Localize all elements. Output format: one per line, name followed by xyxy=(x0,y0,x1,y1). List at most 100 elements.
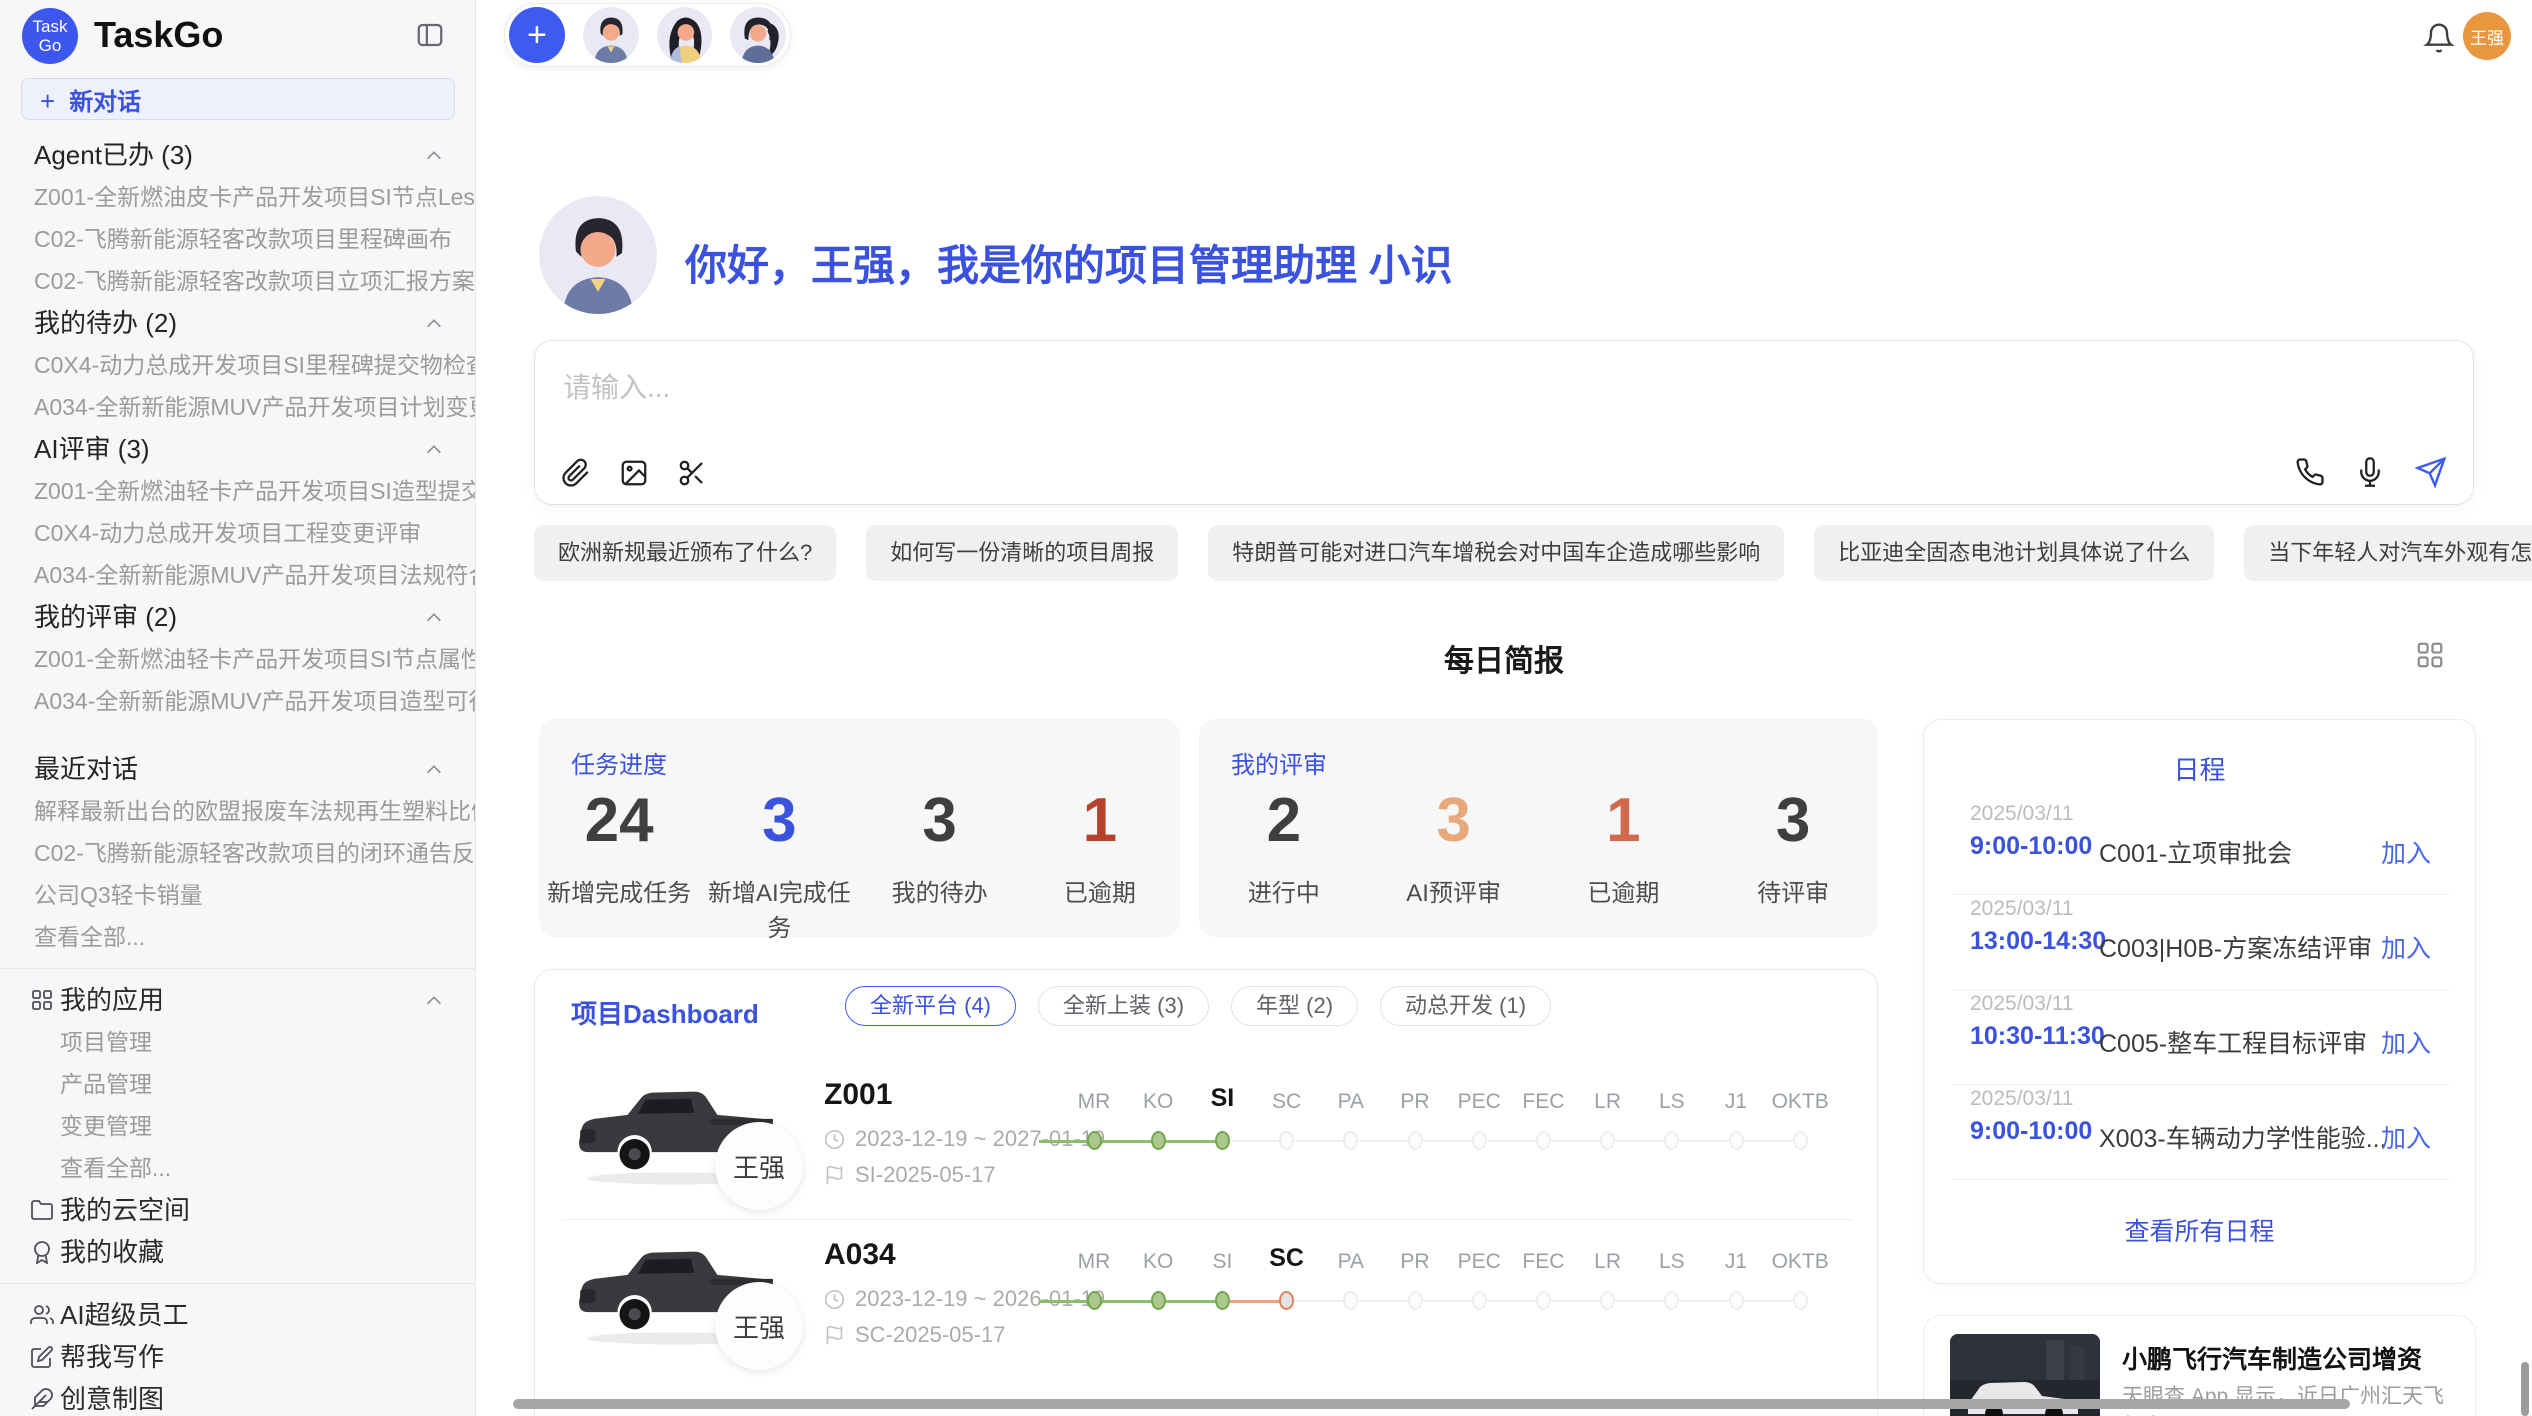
chevron-up-icon[interactable] xyxy=(423,145,445,167)
list-item[interactable]: Z001-全新燃油皮卡产品开发项目SI节点Lesson Learn报告 xyxy=(0,176,475,218)
join-link[interactable]: 加入 xyxy=(2381,834,2431,870)
chevron-up-icon[interactable] xyxy=(423,759,445,781)
owner-badge: 王强 xyxy=(715,1282,803,1370)
view-all-apps[interactable]: 查看全部... xyxy=(0,1147,475,1189)
milestone-dot xyxy=(1600,1291,1615,1310)
suggestion-chip[interactable]: 特朗普可能对进口汽车增税会对中国车企造成哪些影响 xyxy=(1208,525,1784,581)
card-title: 任务进度 xyxy=(571,745,667,780)
list-item[interactable]: Z001-全新燃油轻卡产品开发项目SI造型提交物评审 xyxy=(0,470,475,512)
view-all-schedule-link[interactable]: 查看所有日程 xyxy=(1924,1212,2475,1248)
suggestion-chip[interactable]: 如何写一份清晰的项目周报 xyxy=(866,525,1178,581)
milestone-dot xyxy=(1793,1291,1808,1310)
schedule-item: 2025/03/11 10:30-11:30 C005-整车工程目标评审 加入 xyxy=(1924,990,2475,1085)
attachment-icon[interactable] xyxy=(561,458,591,488)
phone-icon[interactable] xyxy=(2295,457,2325,487)
agent-avatars-bar: + xyxy=(504,3,791,67)
milestone-dot xyxy=(1536,1131,1551,1150)
layout-grid-icon[interactable] xyxy=(2415,640,2445,670)
sidebar-item-my-apps[interactable]: 我的应用 xyxy=(0,979,475,1021)
list-item[interactable]: A034-全新新能源MUV产品开发项目计划变更表编写 xyxy=(0,386,475,428)
project-code: A034 xyxy=(824,1238,896,1272)
section-my-todo[interactable]: 我的待办 (2) xyxy=(0,302,475,344)
join-link[interactable]: 加入 xyxy=(2381,1024,2431,1060)
chevron-up-icon[interactable] xyxy=(423,313,445,335)
list-item[interactable]: C0X4-动力总成开发项目SI里程碑提交物检查 xyxy=(0,344,475,386)
chevron-up-icon[interactable] xyxy=(423,607,445,629)
list-item[interactable]: 解释最新出台的欧盟报废车法规再生塑料比例被调至15%... xyxy=(0,790,475,832)
milestone-timeline: MRKOSISCPAPRPECFECLRLSJ1OKTB xyxy=(1039,1230,1855,1380)
list-item[interactable]: C0X4-动力总成开发项目工程变更评审 xyxy=(0,512,475,554)
divider xyxy=(562,1219,1852,1220)
sidebar-item-product-mgmt[interactable]: 产品管理 xyxy=(0,1063,475,1105)
join-link[interactable]: 加入 xyxy=(2381,929,2431,965)
view-all-chats[interactable]: 查看全部... xyxy=(0,916,475,958)
message-input[interactable] xyxy=(561,359,2165,417)
horizontal-scrollbar[interactable] xyxy=(513,1399,2350,1409)
edit-icon xyxy=(30,1345,54,1369)
add-agent-button[interactable]: + xyxy=(509,7,565,63)
stat: 1 已逾期 xyxy=(1539,783,1709,908)
section-agent-done[interactable]: Agent已办 (3) xyxy=(0,134,475,176)
suggestion-chip[interactable]: 当下年轻人对汽车外观有怎样的喜好趋势 xyxy=(2244,525,2532,581)
list-item[interactable]: A034-全新新能源MUV产品开发项目法规符合性评审 xyxy=(0,554,475,596)
project-row[interactable]: 王强 A034 2023-12-19 ~ 2026-01-19 SC-2025-… xyxy=(565,1230,1855,1380)
send-icon[interactable] xyxy=(2415,456,2447,488)
sidebar-item-help-me-write[interactable]: 帮我写作 xyxy=(0,1336,475,1378)
new-chat-button[interactable]: +新对话 xyxy=(21,78,455,120)
milestone-dot xyxy=(1151,1291,1166,1310)
notification-bell-icon[interactable] xyxy=(2423,22,2455,54)
chevron-up-icon[interactable] xyxy=(423,990,445,1012)
list-item[interactable]: A034-全新新能源MUV产品开发项目造型可行性评审 xyxy=(0,680,475,722)
assistant-avatar xyxy=(539,196,657,314)
sidebar-item-project-mgmt[interactable]: 项目管理 xyxy=(0,1021,475,1063)
user-avatar[interactable]: 王强 xyxy=(2463,12,2511,60)
list-item[interactable]: C02-飞腾新能源轻客改款项目里程碑画布 xyxy=(0,218,475,260)
news-title: 小鹏飞行汽车制造公司增资 xyxy=(2122,1340,2422,1376)
image-icon[interactable] xyxy=(619,458,649,488)
milestone-dot xyxy=(1664,1131,1679,1150)
chevron-up-icon[interactable] xyxy=(423,439,445,461)
list-item[interactable]: Z001-全新燃油轻卡产品开发项目SI节点属性5D文件评审 xyxy=(0,638,475,680)
users-icon xyxy=(30,1303,54,1327)
main-content: + 王强 你好，王强，我是你的项目管理助理 小识 欧洲新规最 xyxy=(477,0,2532,1416)
vertical-scrollbar[interactable] xyxy=(2521,1362,2529,1416)
list-item[interactable]: C02-飞腾新能源轻客改款项目立项汇报方案 xyxy=(0,260,475,302)
section-my-review[interactable]: 我的评审 (2) xyxy=(0,596,475,638)
milestone-dot xyxy=(1472,1291,1487,1310)
sidebar-item-cloud-space[interactable]: 我的云空间 xyxy=(0,1189,475,1231)
suggestion-chip[interactable]: 比亚迪全固态电池计划具体说了什么 xyxy=(1814,525,2214,581)
flag-icon xyxy=(824,1165,845,1186)
grid-icon xyxy=(30,988,54,1012)
project-flag: SC-2025-05-17 xyxy=(824,1322,1005,1348)
milestone-label: OKTB xyxy=(1760,1090,1840,1114)
section-ai-review[interactable]: AI评审 (3) xyxy=(0,428,475,470)
milestone-dot xyxy=(1793,1131,1808,1150)
sidebar-item-ai-super-staff[interactable]: AI超级员工 xyxy=(0,1294,475,1336)
list-item[interactable]: 公司Q3轻卡销量 xyxy=(0,874,475,916)
sidebar-item-creative-drawing[interactable]: 创意制图 xyxy=(0,1378,475,1416)
join-link[interactable]: 加入 xyxy=(2381,1119,2431,1155)
taskgo-app: Task Go TaskGo +新对话 Agent已办 (3) Z001-全新燃… xyxy=(0,0,2532,1416)
agent-avatar-1[interactable] xyxy=(583,7,639,63)
tab-model-year[interactable]: 年型 (2) xyxy=(1231,986,1358,1026)
tab-new-body[interactable]: 全新上装 (3) xyxy=(1038,986,1209,1026)
milestone-dot xyxy=(1087,1291,1102,1310)
agent-avatar-3[interactable] xyxy=(730,7,786,63)
project-flag: SI-2025-05-17 xyxy=(824,1162,996,1188)
scissors-icon[interactable] xyxy=(677,458,707,488)
agent-avatar-2[interactable] xyxy=(657,7,713,63)
list-item[interactable]: C02-飞腾新能源轻客改款项目的闭环通告反馈情况 xyxy=(0,832,475,874)
suggestion-chip[interactable]: 欧洲新规最近颁布了什么? xyxy=(534,525,836,581)
divider xyxy=(0,968,475,969)
greeting-text: 你好，王强，我是你的项目管理助理 小识 xyxy=(685,232,1453,293)
feather-icon xyxy=(30,1387,54,1411)
sidebar-collapse-icon[interactable] xyxy=(415,20,445,50)
project-row[interactable]: 王强 Z001 2023-12-19 ~ 2027-01-19 SI-2025-… xyxy=(565,1070,1855,1220)
sidebar-item-favorites[interactable]: 我的收藏 xyxy=(0,1231,475,1273)
tab-powertrain[interactable]: 动总开发 (1) xyxy=(1380,986,1551,1026)
sidebar-item-change-mgmt[interactable]: 变更管理 xyxy=(0,1105,475,1147)
tab-new-platform[interactable]: 全新平台 (4) xyxy=(845,986,1016,1026)
microphone-icon[interactable] xyxy=(2355,457,2385,487)
milestone-dot xyxy=(1343,1131,1358,1150)
section-recent-chats[interactable]: 最近对话 xyxy=(0,748,475,790)
